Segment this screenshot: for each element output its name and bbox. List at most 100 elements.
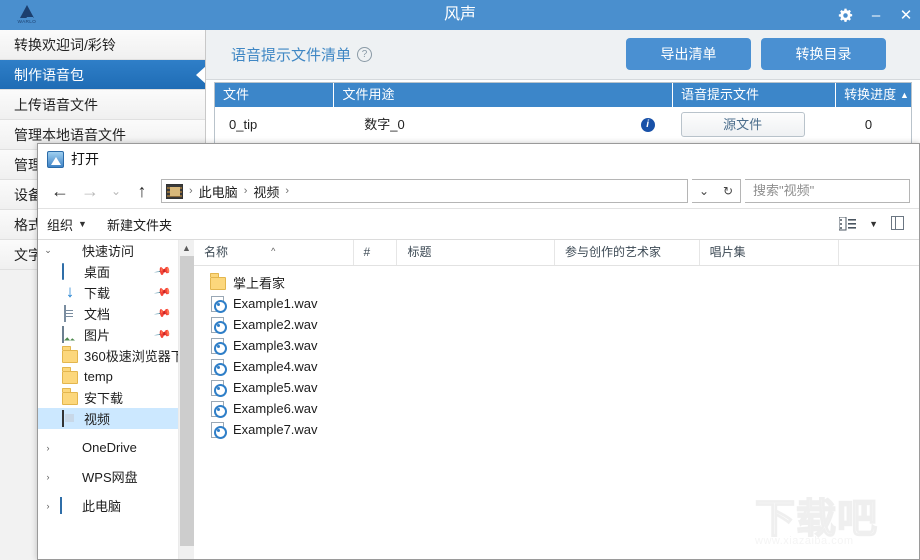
dialog-title-bar: 打开 [38, 144, 919, 174]
scroll-up-arrow-icon[interactable]: ▲ [179, 240, 194, 256]
pin-icon: 📌 [153, 284, 172, 302]
minimize-icon[interactable]: – [868, 8, 884, 23]
view-mode-icon[interactable] [839, 217, 857, 231]
address-bar[interactable]: › 此电脑 › 视频 › [161, 179, 688, 203]
up-icon[interactable]: ↑ [129, 178, 155, 204]
list-item-label: Example6.wav [233, 401, 318, 416]
table-scroll-up-arrow[interactable]: ▲ [898, 83, 911, 107]
list-column-title[interactable]: 标题 [397, 240, 556, 265]
chevron-right-icon[interactable]: › [42, 443, 54, 453]
tree-item-this-pc[interactable]: › 此电脑 [38, 495, 178, 516]
recent-locations-icon[interactable]: ⌄ [107, 178, 125, 204]
list-item[interactable]: Example5.wav [194, 377, 919, 398]
list-column-extra[interactable] [839, 240, 919, 265]
watermark-text: 下载吧 [754, 497, 878, 541]
list-item-label: Example7.wav [233, 422, 318, 437]
breadcrumb-this-pc[interactable]: 此电脑 [199, 182, 238, 201]
chevron-right-icon[interactable]: › [42, 501, 54, 511]
tree-item-label: 视频 [84, 412, 111, 427]
list-column-label: 名称 [204, 245, 229, 259]
dialog-toolbar: 组织 ▼ 新建文件夹 ▼ [38, 208, 919, 240]
this-pc-icon [60, 496, 76, 514]
info-icon[interactable]: i [640, 118, 655, 132]
sidebar-item-upload-voice-file[interactable]: 上传语音文件 [0, 90, 205, 120]
list-item[interactable]: 掌上看家 [194, 272, 919, 293]
new-folder-button[interactable]: 新建文件夹 [107, 215, 172, 234]
list-item[interactable]: Example2.wav [194, 314, 919, 335]
desktop-icon [62, 262, 78, 280]
list-column-album[interactable]: 唱片集 [700, 240, 840, 265]
tree-item-pictures[interactable]: 图片 📌 [38, 324, 178, 345]
videos-folder-icon [166, 183, 183, 199]
organize-label: 组织 [47, 217, 74, 233]
view-mode-chevron-down-icon[interactable]: ▼ [869, 219, 878, 229]
export-list-button[interactable]: 导出清单 [626, 38, 751, 70]
search-input[interactable]: 搜索"视频" [745, 179, 910, 203]
wav-file-icon [210, 421, 227, 439]
cell-voice-prompt-file: 源文件 [673, 107, 835, 143]
tree-item-temp[interactable]: temp [38, 366, 178, 387]
tree-item-documents[interactable]: 文档 📌 [38, 303, 178, 324]
scrollbar-thumb[interactable] [180, 256, 194, 546]
list-item-label: Example2.wav [233, 317, 318, 332]
file-list-header: ^ 名称 # 标题 参与创作的艺术家 唱片集 [194, 240, 919, 266]
close-icon[interactable]: ✕ [898, 8, 914, 23]
panel-title: 语音提示文件清单 ? [231, 44, 373, 65]
list-item[interactable]: Example7.wav [194, 419, 919, 440]
column-header-voice-prompt-file[interactable]: 语音提示文件 [673, 83, 837, 107]
tree-item-downloads[interactable]: 下载 📌 [38, 282, 178, 303]
sidebar-item-convert-welcome[interactable]: 转换欢迎词/彩铃 [0, 30, 205, 60]
forward-icon[interactable]: → [77, 178, 103, 204]
panel-header: 语音提示文件清单 ? 导出清单 转换目录 [206, 30, 920, 80]
column-header-file[interactable]: 文件 [215, 83, 335, 107]
tree-item-desktop[interactable]: 桌面 📌 [38, 261, 178, 282]
tree-scrollbar[interactable]: ▲ [178, 240, 194, 559]
tree-item-onedrive[interactable]: › OneDrive [38, 437, 178, 458]
dialog-body: ⌄ 快速访问 桌面 📌 下载 📌 文档 📌 [38, 240, 919, 559]
organize-button[interactable]: 组织 ▼ [47, 215, 87, 234]
list-item[interactable]: Example4.wav [194, 356, 919, 377]
list-column-contributing-artists[interactable]: 参与创作的艺术家 [555, 240, 700, 265]
sort-ascending-icon: ^ [271, 246, 276, 256]
breadcrumb-separator: › [285, 185, 290, 197]
tree-item-360-browser-download[interactable]: 360极速浏览器下 [38, 345, 178, 366]
tree-item-videos[interactable]: 视频 [38, 408, 178, 429]
wav-file-icon [210, 337, 227, 355]
back-icon[interactable]: ← [47, 178, 73, 204]
tree-item-quick-access[interactable]: ⌄ 快速访问 [38, 240, 178, 261]
wav-file-icon [210, 379, 227, 397]
wav-file-icon [210, 358, 227, 376]
open-file-dialog: 打开 ← → ⌄ ↑ › 此电脑 › 视频 › ⌄ ↻ 搜索"视频" 组织 ▼ … [37, 143, 920, 560]
sidebar-item-make-voice-pack[interactable]: 制作语音包 [0, 60, 205, 90]
file-list-pane: ^ 名称 # 标题 参与创作的艺术家 唱片集 掌上看家 Example1.wav… [194, 240, 919, 559]
source-file-button[interactable]: 源文件 [680, 112, 805, 137]
chevron-right-icon[interactable]: › [42, 472, 54, 482]
tree-item-label: 文档 [84, 307, 111, 322]
list-column-track-number[interactable]: # [354, 240, 398, 265]
list-column-name[interactable]: ^ 名称 [194, 240, 354, 265]
chevron-down-icon[interactable]: ⌄ [42, 245, 54, 256]
preview-pane-icon[interactable] [891, 215, 904, 233]
file-list-table: 文件 文件用途 语音提示文件 转换进度 ▲ 0_tip 数字_0 i 源文件 0 [214, 82, 912, 144]
breadcrumb-videos[interactable]: 视频 [253, 182, 279, 201]
watermark-url: www.xiazaiba.com [755, 535, 854, 547]
gear-icon[interactable] [838, 8, 854, 23]
chevron-down-icon[interactable]: ⌄ [692, 180, 716, 202]
download-icon [62, 282, 78, 302]
table-row[interactable]: 0_tip 数字_0 i 源文件 0 [215, 107, 911, 143]
onedrive-icon [60, 440, 76, 456]
list-item[interactable]: Example3.wav [194, 335, 919, 356]
pin-icon: 📌 [153, 326, 172, 344]
navigation-tree: ⌄ 快速访问 桌面 📌 下载 📌 文档 📌 [38, 240, 178, 559]
tree-item-anxiazai[interactable]: 安下载 [38, 387, 178, 408]
convert-directory-button[interactable]: 转换目录 [761, 38, 886, 70]
toolbar-right-group: ▼ [839, 215, 910, 233]
tree-item-wps-cloud[interactable]: › WPS网盘 [38, 466, 178, 487]
list-item[interactable]: Example1.wav [194, 293, 919, 314]
site-watermark: 下载吧 www.xiazaiba.com [754, 497, 905, 551]
folder-icon [210, 275, 226, 291]
refresh-icon[interactable]: ↻ [716, 180, 740, 202]
list-item[interactable]: Example6.wav [194, 398, 919, 419]
help-icon[interactable]: ? [357, 47, 373, 62]
column-header-usage[interactable]: 文件用途 [334, 83, 673, 107]
